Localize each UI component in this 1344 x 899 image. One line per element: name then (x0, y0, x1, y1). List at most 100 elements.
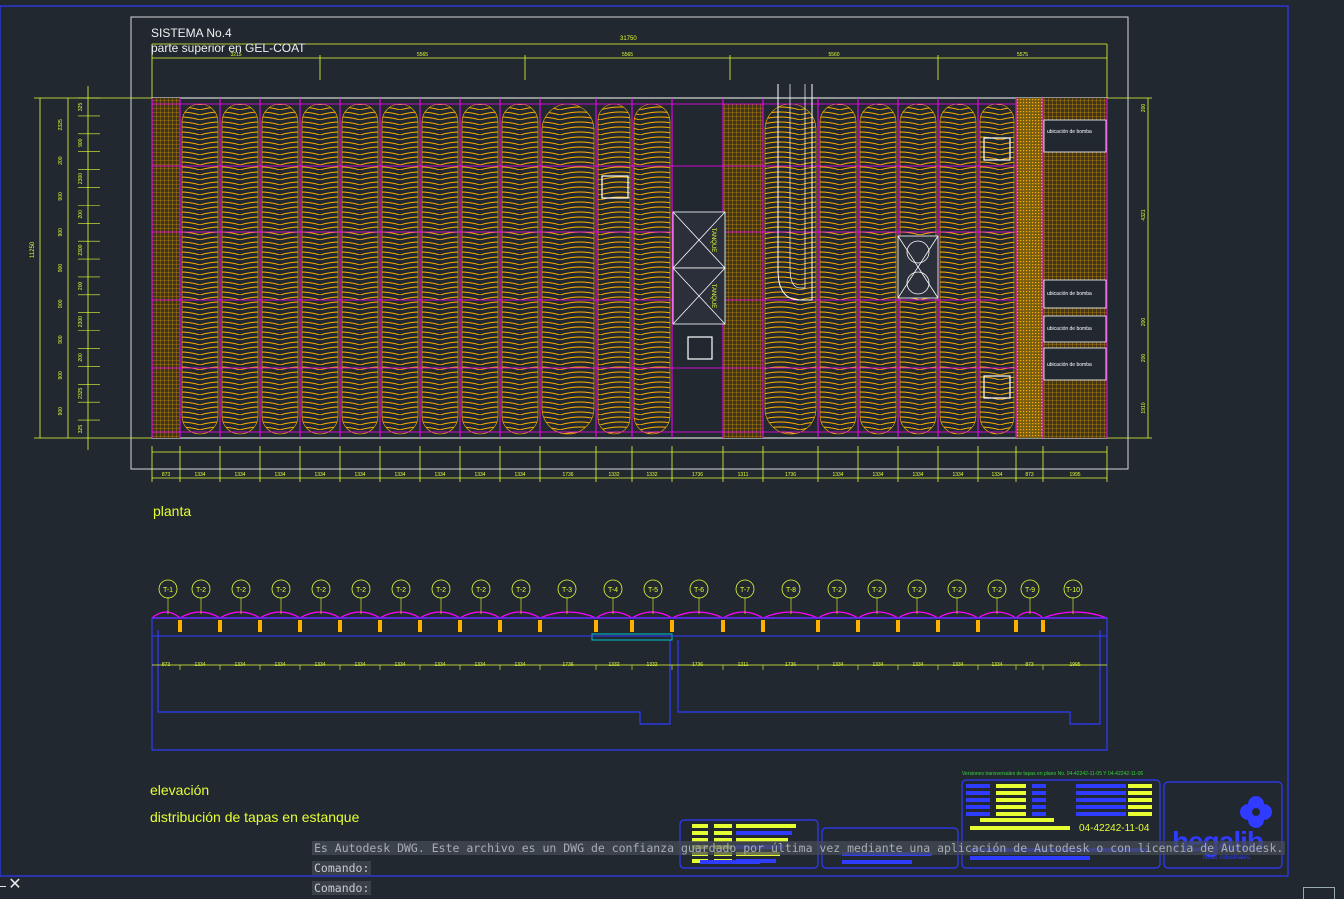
bottom-dim-label: 1334 (474, 472, 485, 478)
support-post (298, 620, 302, 632)
cover-strip (341, 103, 379, 435)
cover-strip (939, 103, 977, 435)
cover-tag-label: T-2 (912, 587, 922, 594)
cover-tag: T-2 (431, 579, 451, 614)
cover-strip (501, 103, 539, 435)
support-post (816, 620, 820, 632)
support-post (1014, 620, 1018, 632)
command-warning: Es Autodesk DWG. Este archivo es un DWG … (312, 841, 1286, 855)
cover-strip (461, 103, 499, 435)
elevation-view: T-1 T-2 T-2 T-2 T-2 T-2 T-2 T-2 T-2 T-2 T-3 T-4 T-5 T… (151, 579, 1108, 751)
left-dim-label: 200 (78, 210, 84, 219)
command-input-prompt[interactable]: Comando: (312, 881, 372, 895)
bottom-dim-label: 1334 (514, 472, 525, 478)
bottom-dim-label: 1334 (952, 472, 963, 478)
elevation-sublabel: distribución de tapas en estanque (150, 809, 360, 825)
right-dim-label: 200 (1141, 318, 1147, 327)
overall-width-dim: 31750 (620, 36, 637, 42)
drawing-number: 04-42242-11-04 (1079, 823, 1150, 834)
elevation-label: elevación (150, 782, 210, 798)
elevation-dim-label: 1334 (912, 662, 923, 668)
support-post (721, 620, 725, 632)
tank-label: TANQUE (710, 228, 716, 253)
cover-strip (301, 103, 339, 435)
pump-label-4: ubicación de bomba (1047, 362, 1092, 368)
cover-tag: T-2 (311, 579, 331, 614)
elevation-dim-label: 1334 (354, 662, 365, 668)
elevation-dim-label: 1334 (832, 662, 843, 668)
left-dim-label: 900 (78, 138, 84, 147)
bottom-dim-label: 1736 (562, 472, 573, 478)
drawing-subtitle: parte superior en GEL-COAT (151, 41, 306, 55)
cover-tag: T-2 (191, 579, 211, 614)
cover-tag-label: T-3 (562, 587, 572, 594)
cover-strip (381, 103, 419, 435)
left-dim-label: 325 (78, 103, 84, 112)
support-post (856, 620, 860, 632)
bottom-dim-label: 1334 (274, 472, 285, 478)
cover-tag: T-5 (643, 579, 663, 614)
pump-label-3: ubicación de bomba (1047, 326, 1092, 332)
cover-strip (541, 103, 595, 435)
elevation-dim-label: 1334 (514, 662, 525, 668)
tank-label: TANQUE (710, 284, 716, 309)
bottom-dim-label: 1334 (832, 472, 843, 478)
right-dim-label: 200 (1141, 104, 1147, 113)
cad-drawing-canvas[interactable]: 873 1334 1334 1334 1334 1334 1334 1334 1334 1334 1… (0, 0, 1344, 898)
support-post (418, 620, 422, 632)
bottom-dim-label: 1334 (912, 472, 923, 478)
cover-strip (421, 103, 459, 435)
cover-tag-label: T-2 (872, 587, 882, 594)
left-dim-label: 200 (78, 353, 84, 362)
elevation-dim-label: 1334 (394, 662, 405, 668)
elevation-dim-label: 1334 (434, 662, 445, 668)
elevation-dim-label: 1995 (1069, 662, 1080, 668)
top-dim-label: 5565 (417, 52, 428, 58)
bottom-dim-label: 873 (1025, 472, 1034, 478)
cover-tag-label: T-2 (356, 587, 366, 594)
bottom-dim-label: 1334 (354, 472, 365, 478)
overall-height-dim: 11250 (30, 241, 36, 258)
elevation-dim-label: 1334 (314, 662, 325, 668)
bottom-dim-label: 1334 (194, 472, 205, 478)
cover-tag: T-2 (351, 579, 371, 614)
cover-strip (597, 103, 631, 435)
title-block-note: Versiones transversales de tapas en plan… (962, 771, 1144, 777)
cover-tag: T-1 (158, 579, 178, 614)
cover-tag-label: T-2 (276, 587, 286, 594)
left-dim-label: 200 (78, 282, 84, 291)
support-post (976, 620, 980, 632)
cover-strip (859, 103, 897, 435)
support-post (1041, 620, 1045, 632)
left-dim-label: 2300 (78, 316, 84, 327)
elevation-dim-label: 1332 (608, 662, 619, 668)
support-post (538, 620, 542, 632)
ucs-icon (0, 886, 6, 887)
cover-strip (819, 103, 857, 435)
support-post (594, 620, 598, 632)
elevation-dim-label: 1334 (274, 662, 285, 668)
support-post (458, 620, 462, 632)
support-post (498, 620, 502, 632)
elevation-dim-label: 1334 (474, 662, 485, 668)
top-dim-label: 5560 (828, 52, 839, 58)
cover-tag-label: T-8 (786, 587, 796, 594)
elevation-dim-label: 1334 (991, 662, 1002, 668)
support-post (630, 620, 634, 632)
plan-view (151, 84, 1108, 439)
close-icon[interactable]: ✕ (6, 875, 24, 893)
bottom-dim-label: 1332 (646, 472, 657, 478)
left-dim-label: 900 (58, 371, 64, 380)
cover-tag: T-8 (781, 579, 801, 614)
elevation-dim-label: 1736 (785, 662, 796, 668)
bottom-dim-label: 1736 (692, 472, 703, 478)
elevation-dim-label: 1334 (234, 662, 245, 668)
right-dim-label: 1910 (1141, 402, 1147, 413)
elevation-dim-label: 1334 (952, 662, 963, 668)
cover-tag-label: T-2 (832, 587, 842, 594)
cover-tag-label: T-1 (163, 587, 173, 594)
right-dim-label: 200 (1141, 354, 1147, 363)
support-post (761, 620, 765, 632)
left-dim-label: 2300 (78, 173, 84, 184)
cover-tag: T-4 (603, 579, 623, 614)
